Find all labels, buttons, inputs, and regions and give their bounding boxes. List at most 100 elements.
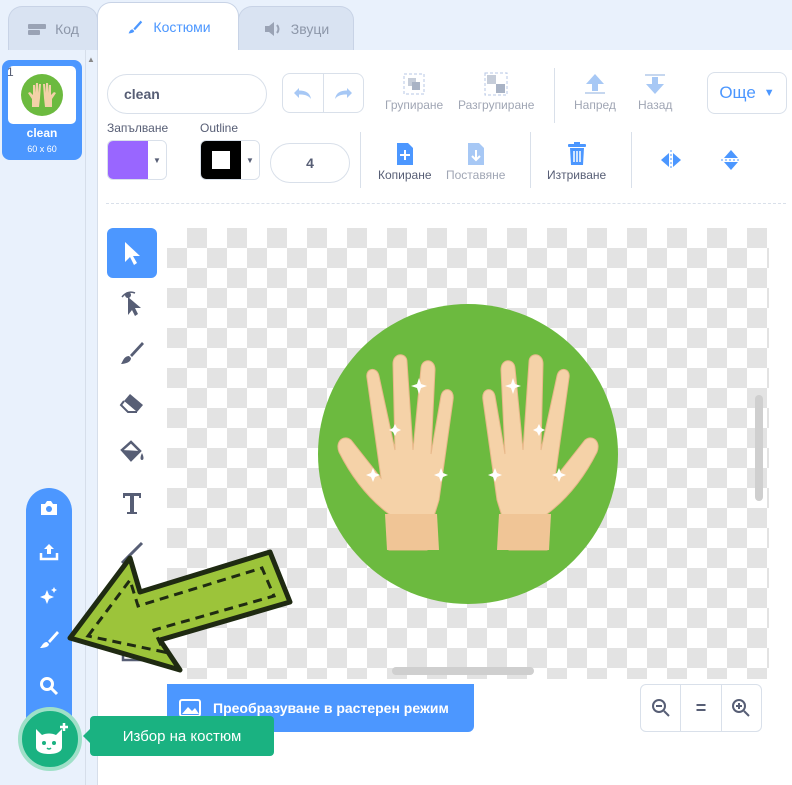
more-dropdown[interactable]: Още ▼ [707,72,787,114]
fill-tool[interactable] [107,428,157,478]
upload-button[interactable] [37,540,61,564]
camera-button[interactable] [37,496,61,520]
paste-label: Поставяне [446,168,506,182]
chevron-down-icon: ▼ [148,141,166,179]
costume-tile[interactable]: 1 clean 60 x 60 [2,60,82,160]
backward-label: Назад [638,98,673,112]
text-tool[interactable] [107,478,157,528]
flip-vertical-icon [721,150,741,170]
upload-icon [39,544,59,561]
more-label: Още [719,83,756,102]
surprise-button[interactable] [37,584,61,608]
arrow-down-icon [645,74,666,94]
scroll-up-arrow[interactable]: ▲ [87,55,97,65]
forward-label: Напред [574,98,616,112]
undo-icon [293,88,311,99]
paste-icon [467,143,484,165]
undo-redo-group [282,73,364,113]
outline-label: Outline [200,121,239,135]
paint-button[interactable] [37,628,61,652]
convert-label: Преобразуване в растерен режим [213,700,449,716]
cat-plus-icon [36,723,68,754]
add-costume-button[interactable] [18,707,82,771]
chevron-down-icon: ▼ [763,87,775,99]
eraser-icon [119,394,143,413]
costume-name-input[interactable]: clean [107,74,267,114]
code-icon [28,23,47,35]
choose-costume-tooltip: Избор на костюм [83,716,274,756]
fill-label: Запълване [107,121,169,135]
tab-costumes-label: Костюми [153,18,211,35]
camera-icon [41,501,57,515]
ungroup-icon [484,72,508,96]
tab-sounds-label: Звуци [290,20,330,37]
chevron-down-icon: ▼ [241,141,259,179]
fill-bucket-icon [120,440,144,462]
costume-size: 60 x 60 [27,144,57,154]
speaker-icon [264,21,280,36]
zoom-out-icon [651,699,670,717]
reshape-tool[interactable] [107,278,157,328]
search-button[interactable] [37,674,61,698]
divider [631,132,632,188]
undo-button[interactable] [283,74,324,112]
vertical-scrollbar[interactable] [755,395,763,501]
pointer-arrow-annotation [67,549,293,673]
delete-button[interactable]: Изтриване [547,140,606,182]
trash-icon [567,142,586,165]
outline-swatch [201,141,241,179]
select-tool[interactable] [107,228,157,278]
fill-color-picker[interactable]: ▼ [107,140,167,180]
brush-icon [129,20,143,33]
paste-button[interactable]: Поставяне [446,140,505,182]
outline-color-picker[interactable]: ▼ [200,140,260,180]
backward-button[interactable]: Назад [638,70,672,112]
flip-horizontal-icon [661,150,681,170]
costume-name: clean [26,126,58,140]
tab-code-label: Код [55,20,79,37]
divider [530,132,531,188]
redo-button[interactable] [324,74,364,112]
ungroup-label: Разгрупиране [458,98,535,112]
select-arrow-icon [125,242,140,265]
fill-swatch [108,141,148,179]
forward-button[interactable]: Напред [574,70,616,112]
copy-label: Копиране [378,168,432,182]
zoom-in-button[interactable] [720,685,761,731]
zoom-out-button[interactable] [641,685,680,731]
reshape-icon [121,291,141,316]
group-icon [403,73,425,95]
tab-sounds[interactable]: Звуци [238,6,354,50]
divider [360,132,361,188]
green-circle [318,304,618,604]
search-icon [40,677,59,696]
brush-tool[interactable] [107,328,157,378]
image-icon [179,699,201,717]
divider [554,68,555,123]
tab-bar: Код Костюми Звуци [0,0,792,50]
copy-icon [396,143,413,165]
group-label: Групиране [385,98,444,112]
costume-thumbnail [8,66,76,124]
zoom-in-icon [732,699,751,717]
horizontal-scrollbar[interactable] [392,667,534,675]
flip-horizontal-button[interactable] [658,146,684,174]
outline-width-input[interactable]: 4 [270,143,350,183]
ungroup-button[interactable]: Разгрупиране [458,70,534,112]
paint-icon [40,631,59,648]
zoom-reset-button[interactable]: = [680,685,720,731]
eraser-tool[interactable] [107,378,157,428]
costume-number: 1 [7,65,14,79]
tab-code[interactable]: Код [8,6,98,50]
toolbar-separator [106,203,786,204]
copy-button[interactable]: Копиране [378,140,432,182]
flip-vertical-button[interactable] [718,146,744,174]
zoom-controls: = [640,684,762,732]
text-icon [123,493,141,514]
redo-icon [335,88,353,99]
arrow-up-icon [584,74,605,94]
group-button[interactable]: Групиране [385,70,443,112]
tab-costumes[interactable]: Костюми [97,2,239,50]
surprise-icon [40,587,57,604]
brush-icon [121,342,144,364]
